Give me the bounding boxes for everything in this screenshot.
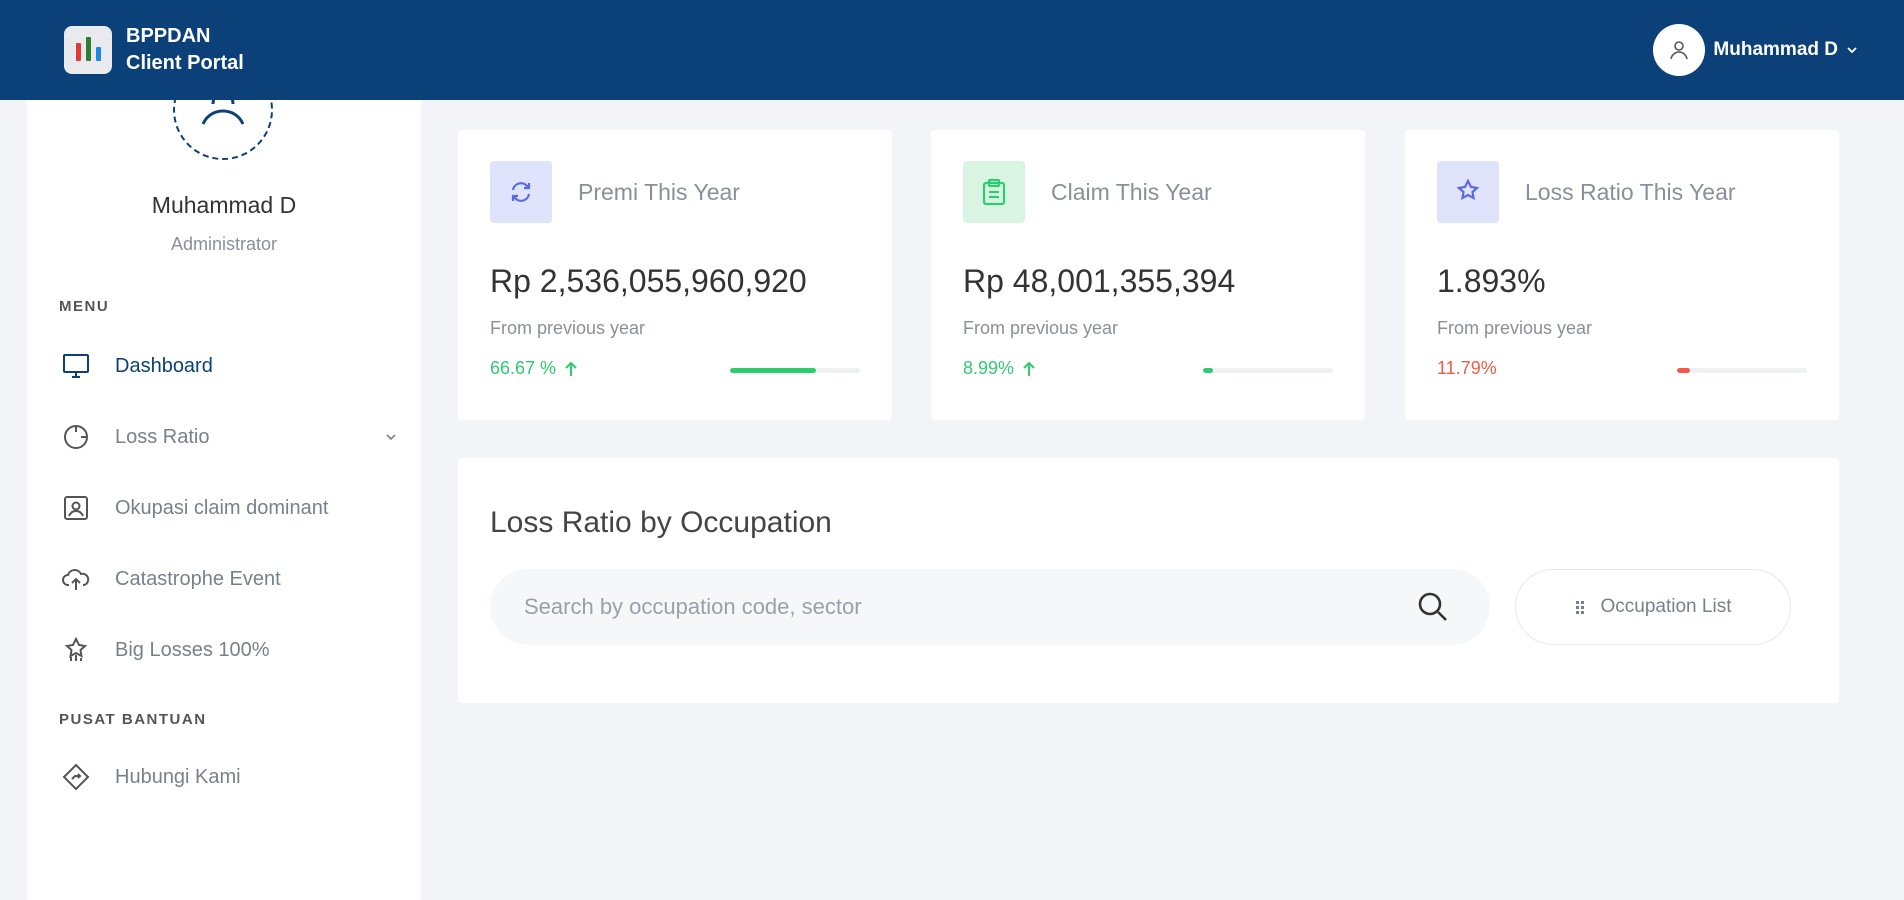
sidebar-item-catastrophe[interactable]: Catastrophe Event (59, 554, 409, 604)
search-box (490, 569, 1490, 645)
profile-role: Administrator (170, 234, 278, 254)
monitor-icon (59, 349, 93, 383)
menu-section-label: MENU (59, 298, 110, 315)
progress-bar (1203, 368, 1333, 373)
stat-change-value: 8.99% (963, 358, 1015, 378)
list-icon (1575, 601, 1584, 614)
cloud-upload-icon (59, 562, 93, 596)
stat-subtitle: From previous year (1437, 318, 1593, 338)
id-card-icon (59, 491, 93, 525)
star-chart-icon (1437, 161, 1499, 223)
occupation-list-label: Occupation List (1600, 596, 1732, 617)
stat-title: Premi This Year (578, 179, 740, 205)
search-input[interactable] (524, 594, 1416, 620)
progress-bar (730, 368, 860, 373)
sidebar-item-big-losses[interactable]: Big Losses 100% (59, 625, 409, 675)
sidebar-item-label: Big Losses 100% (115, 638, 270, 661)
stat-change: 8.99% (963, 358, 1036, 379)
progress-fill (1677, 368, 1690, 373)
sidebar-item-label: Dashboard (115, 354, 213, 377)
sidebar-item-hubungi-kami[interactable]: Hubungi Kami (59, 752, 409, 802)
user-avatar-icon (1653, 24, 1706, 76)
progress-bar (1677, 368, 1807, 373)
stat-title: Loss Ratio This Year (1525, 179, 1736, 205)
stat-card-claim: Claim This Year Rp 48,001,355,394 From p… (931, 130, 1365, 420)
sidebar: Muhammad D Administrator MENU Dashboard … (27, 60, 421, 900)
profile-name: Muhammad D (151, 192, 297, 218)
sidebar-item-label: Loss Ratio (115, 425, 210, 448)
progress-fill (1203, 368, 1214, 373)
sidebar-item-label: Hubungi Kami (115, 765, 241, 788)
occupation-panel: Loss Ratio by Occupation Occupation List (458, 458, 1839, 703)
panel-title: Loss Ratio by Occupation (490, 506, 832, 539)
user-menu[interactable]: Muhammad D (1653, 24, 1858, 76)
brand-name: BPPDAN Client Portal (126, 23, 244, 77)
top-navbar: BPPDAN Client Portal Muhammad D (0, 0, 1904, 100)
stat-card-premi: Premi This Year Rp 2,536,055,960,920 Fro… (458, 130, 892, 420)
sidebar-item-label: Okupasi claim dominant (115, 496, 329, 519)
star-chart-icon (59, 633, 93, 667)
stat-card-loss-ratio: Loss Ratio This Year 1.893% From previou… (1405, 130, 1839, 420)
circle-chart-icon (59, 420, 93, 454)
brand[interactable]: BPPDAN Client Portal (64, 23, 244, 77)
chevron-down-icon (386, 434, 396, 441)
stat-value: 1.893% (1437, 263, 1546, 299)
clipboard-icon (963, 161, 1025, 223)
stat-subtitle: From previous year (963, 318, 1119, 338)
sidebar-item-loss-ratio[interactable]: Loss Ratio (59, 412, 409, 462)
brand-line-2: Client Portal (126, 52, 244, 74)
stat-change: 66.67 % (490, 358, 578, 379)
brand-line-1: BPPDAN (126, 25, 211, 47)
search-icon[interactable] (1416, 590, 1450, 624)
stat-value: Rp 2,536,055,960,920 (490, 263, 807, 299)
sidebar-item-label: Catastrophe Event (115, 567, 281, 590)
stat-value: Rp 48,001,355,394 (963, 263, 1236, 299)
diamond-icon (59, 760, 93, 794)
stat-change-value: 66.67 % (490, 358, 557, 378)
stat-change: 11.79% (1437, 358, 1497, 379)
refresh-icon (490, 161, 552, 223)
chevron-down-icon (1847, 47, 1857, 54)
user-name: Muhammad D (1713, 39, 1838, 60)
help-section-label: PUSAT BANTUAN (59, 711, 207, 728)
sidebar-item-dashboard[interactable]: Dashboard (59, 341, 409, 391)
stat-title: Claim This Year (1051, 179, 1212, 205)
arrow-up-icon (565, 361, 577, 376)
stat-subtitle: From previous year (490, 318, 646, 338)
sidebar-item-okupasi[interactable]: Okupasi claim dominant (59, 483, 409, 533)
stat-change-value: 11.79% (1437, 358, 1497, 378)
arrow-up-icon (1023, 361, 1035, 376)
progress-fill (730, 368, 816, 373)
brand-logo-icon (64, 26, 112, 74)
occupation-list-button[interactable]: Occupation List (1515, 569, 1791, 645)
